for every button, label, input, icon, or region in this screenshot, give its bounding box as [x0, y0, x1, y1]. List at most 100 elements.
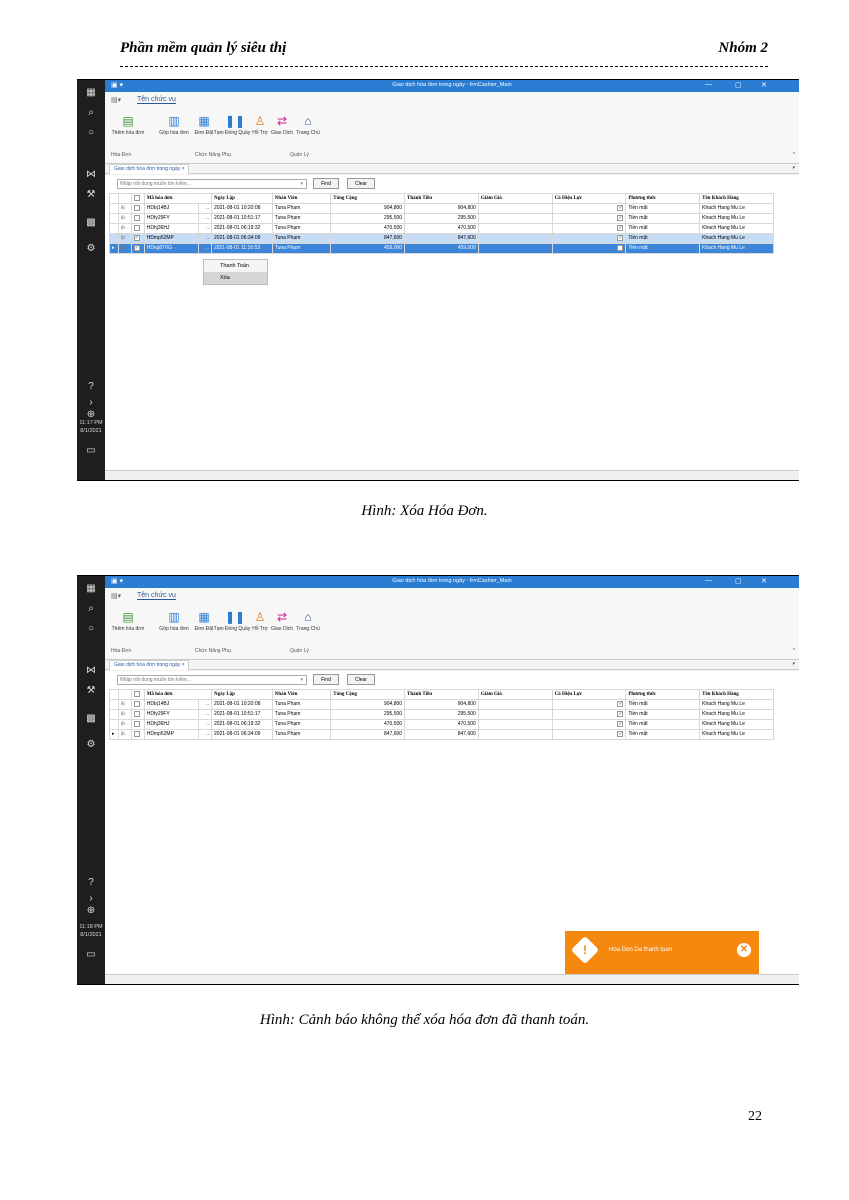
select-cell[interactable]: [130, 213, 145, 224]
tools-icon[interactable]: ⚒: [83, 684, 99, 698]
help-icon[interactable]: ?: [83, 380, 99, 394]
windows-start-icon[interactable]: ▦: [83, 582, 99, 596]
expand-icon[interactable]: ⊞: [121, 205, 125, 211]
expand-icon[interactable]: ⊞: [121, 235, 125, 241]
document-tab[interactable]: Giao dịch hóa đơn trong ngày ×: [109, 660, 190, 670]
expand-icon[interactable]: ⊞: [121, 731, 125, 737]
find-button[interactable]: Find: [313, 674, 339, 685]
row-checkbox[interactable]: ✓: [133, 244, 140, 251]
cell-valid[interactable]: ✓: [551, 719, 627, 730]
expand-icon[interactable]: ⊞: [121, 225, 125, 231]
column-header[interactable]: Có Hiệu Lực: [551, 193, 627, 204]
column-header[interactable]: Nhân Viên: [271, 193, 332, 204]
search-input[interactable]: Nhập nội dung muốn tìm kiếm... ▾: [117, 675, 307, 685]
minimize-icon[interactable]: —: [705, 577, 712, 584]
row-checkbox[interactable]: [133, 720, 140, 727]
app-icon[interactable]: ▩: [83, 216, 99, 230]
select-all-checkbox[interactable]: [133, 194, 140, 201]
cell-valid[interactable]: ✓: [551, 213, 627, 224]
column-header[interactable]: Thành Tiền: [404, 193, 479, 204]
column-header[interactable]: Tổng Cộng: [330, 193, 406, 204]
ribbon-collapse-icon[interactable]: ^: [793, 152, 795, 158]
expand-cell[interactable]: ⊞: [117, 729, 132, 740]
cell-edit-dots[interactable]: ..: [197, 719, 212, 730]
row-checkbox[interactable]: [133, 224, 140, 231]
row-checkbox[interactable]: [133, 700, 140, 707]
tab-dropdown-icon[interactable]: ▾: [792, 165, 795, 171]
select-all-header[interactable]: [130, 689, 145, 700]
expand-icon[interactable]: ⊞: [121, 701, 125, 707]
valid-checkbox[interactable]: ✓: [617, 214, 624, 221]
close-icon[interactable]: ✕: [761, 577, 767, 585]
valid-checkbox[interactable]: ✓: [617, 700, 624, 707]
tab-close-icon[interactable]: ×: [180, 166, 184, 172]
search-icon[interactable]: ⌕: [83, 602, 99, 616]
select-all-checkbox[interactable]: [133, 690, 140, 697]
expand-cell[interactable]: ⊞: [117, 719, 132, 730]
quick-menu-icon[interactable]: ▤▾: [111, 592, 121, 600]
row-checkbox[interactable]: ✓: [133, 234, 140, 241]
context-menu-item[interactable]: Xóa: [204, 272, 267, 284]
cell-edit-dots[interactable]: ..: [197, 213, 212, 224]
network-icon[interactable]: ⊕: [83, 904, 99, 918]
tools-icon[interactable]: ⚒: [83, 188, 99, 202]
clear-button[interactable]: Clear: [347, 674, 375, 685]
cell-valid[interactable]: ✓: [551, 709, 627, 720]
toast-close-icon[interactable]: ✕: [737, 943, 751, 957]
row-checkbox[interactable]: [133, 214, 140, 221]
context-menu-item[interactable]: Thanh Toán: [204, 260, 267, 272]
valid-checkbox[interactable]: ✓: [617, 224, 624, 231]
select-cell[interactable]: [130, 203, 145, 214]
row-checkbox[interactable]: [133, 204, 140, 211]
cell-valid[interactable]: ✓: [551, 233, 627, 244]
expand-icon[interactable]: ⊞: [121, 245, 125, 251]
expand-cell[interactable]: ⊞: [117, 699, 132, 710]
visual-studio-icon[interactable]: ⋈: [83, 664, 99, 678]
valid-checkbox[interactable]: ✓: [617, 730, 624, 737]
app-menu-icon[interactable]: ▣ ▾: [111, 577, 123, 585]
table-row[interactable]: ⊞ HDhj36HJ.. 2021-08-01 06:19:32 Tuna Phạm 4…: [109, 719, 774, 730]
column-header[interactable]: Giảm Giá: [477, 193, 553, 204]
valid-checkbox[interactable]: [617, 244, 624, 251]
column-header[interactable]: Thành Tiền: [404, 689, 479, 700]
column-header[interactable]: Tên Khách Hàng: [699, 193, 774, 204]
ribbon-tab[interactable]: Tên chức vụ: [137, 592, 176, 600]
ribbon-tab[interactable]: Tên chức vụ: [137, 96, 176, 104]
cortana-icon[interactable]: ○: [83, 622, 99, 636]
select-cell[interactable]: [130, 223, 145, 234]
cell-edit-dots[interactable]: ..: [197, 203, 212, 214]
expand-icon[interactable]: ⊞: [121, 721, 125, 727]
cell-valid[interactable]: ✓: [551, 203, 627, 214]
ribbon-collapse-icon[interactable]: ^: [793, 648, 795, 654]
select-cell[interactable]: [130, 709, 145, 720]
column-header[interactable]: Phương thức: [625, 193, 701, 204]
column-header[interactable]: Có Hiệu Lực: [551, 689, 627, 700]
search-dropdown-icon[interactable]: ▾: [300, 180, 303, 189]
table-row[interactable]: ⊞ ✓ HDmp52MP.. 2021-08-01 06:34:09 Tuna Phạm…: [109, 233, 774, 244]
home-button[interactable]: ⌂ Trang Chủ: [289, 610, 327, 632]
maximize-icon[interactable]: ▢: [735, 81, 742, 89]
windows-start-icon[interactable]: ▦: [83, 86, 99, 100]
row-checkbox[interactable]: [133, 730, 140, 737]
table-row[interactable]: ⊞ HDbj14BJ.. 2021-08-01 10:20:08 Tuna Phạm 9…: [109, 203, 774, 214]
valid-checkbox[interactable]: ✓: [617, 720, 624, 727]
minimize-icon[interactable]: —: [705, 81, 712, 88]
app-menu-icon[interactable]: ▣ ▾: [111, 81, 123, 89]
select-cell[interactable]: [130, 729, 145, 740]
table-row[interactable]: ⊞ HDhj36HJ.. 2021-08-01 06:19:32 Tuna Phạm 4…: [109, 223, 774, 234]
select-cell[interactable]: [130, 719, 145, 730]
help-icon[interactable]: ?: [83, 876, 99, 890]
valid-checkbox[interactable]: ✓: [617, 710, 624, 717]
select-all-header[interactable]: [130, 193, 145, 204]
tab-close-icon[interactable]: ×: [180, 662, 184, 668]
search-icon[interactable]: ⌕: [83, 106, 99, 120]
cortana-icon[interactable]: ○: [83, 126, 99, 140]
cell-valid[interactable]: [551, 243, 627, 254]
quick-menu-icon[interactable]: ▤▾: [111, 96, 121, 104]
table-row[interactable]: ▸ ⊞ ✓ HDvg87VG.. 2021-08-01 11:16:53 Tuna Phạ…: [109, 243, 774, 254]
column-header[interactable]: Mã hóa đơn: [143, 689, 212, 700]
cell-edit-dots[interactable]: ..: [197, 729, 212, 740]
find-button[interactable]: Find: [313, 178, 339, 189]
expand-cell[interactable]: ⊞: [117, 233, 132, 244]
search-input[interactable]: Nhập nội dung muốn tìm kiếm... ▾: [117, 179, 307, 189]
